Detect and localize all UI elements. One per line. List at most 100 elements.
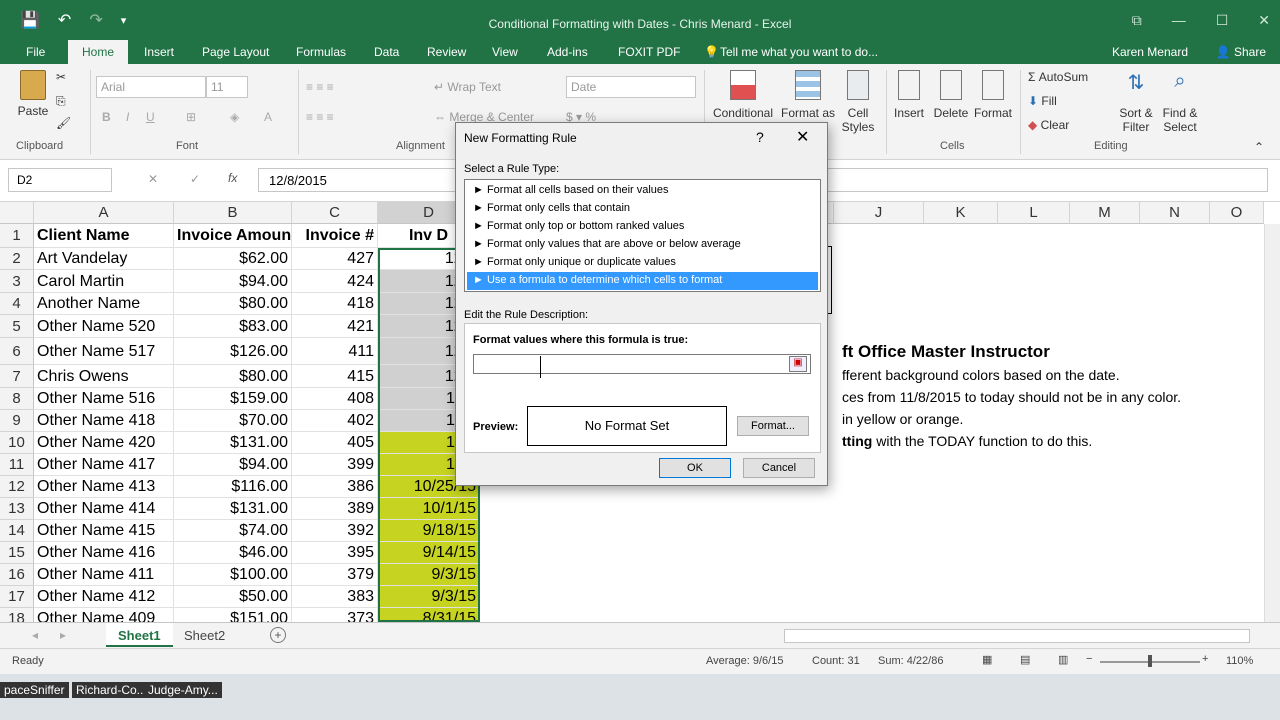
row-header[interactable]: 9 (0, 410, 34, 432)
row-header[interactable]: 16 (0, 564, 34, 586)
invoice-amount-cell[interactable]: $80.00 (174, 293, 292, 315)
tab-addins[interactable]: Add-ins (547, 45, 588, 59)
row-header[interactable]: 1 (0, 224, 34, 248)
rule-type-item[interactable]: ► Format only values that are above or b… (467, 236, 818, 254)
sort-filter-button[interactable]: ⇅ Sort & Filter (1116, 70, 1156, 134)
invoice-number-cell[interactable]: 415 (292, 365, 378, 388)
client-name-cell[interactable]: Another Name (34, 293, 174, 315)
client-name-cell[interactable]: Other Name 412 (34, 586, 174, 608)
header-cell[interactable]: Client Name (34, 224, 174, 248)
rule-type-item[interactable]: ► Format only cells that contain (467, 200, 818, 218)
clear-button[interactable]: ◆ Clear (1028, 118, 1069, 132)
column-header[interactable]: N (1140, 202, 1210, 224)
invoice-amount-cell[interactable]: $151.00 (174, 608, 292, 622)
invoice-number-cell[interactable]: 402 (292, 410, 378, 432)
close-button[interactable]: ✕ (796, 127, 809, 147)
client-name-cell[interactable]: Other Name 413 (34, 476, 174, 498)
fill-button[interactable]: ⬇ Fill (1028, 94, 1057, 108)
invoice-number-cell[interactable]: 399 (292, 454, 378, 476)
invoice-amount-cell[interactable]: $62.00 (174, 248, 292, 270)
client-name-cell[interactable]: Other Name 517 (34, 338, 174, 365)
rule-type-item[interactable]: ► Format only unique or duplicate values (467, 254, 818, 272)
row-header[interactable]: 3 (0, 270, 34, 293)
invoice-date-cell[interactable]: 9/18/15 (378, 520, 480, 542)
collapse-ribbon-icon[interactable]: ⌃ (1254, 140, 1264, 154)
row-header[interactable]: 2 (0, 248, 34, 270)
format-painter-icon[interactable]: 🖌 (56, 116, 71, 130)
sheet-tab-sheet1[interactable]: Sheet1 (106, 623, 173, 647)
tab-foxit[interactable]: FOXIT PDF (618, 45, 680, 59)
cut-icon[interactable]: ✂ (56, 70, 66, 84)
invoice-amount-cell[interactable]: $46.00 (174, 542, 292, 564)
invoice-number-cell[interactable]: 383 (292, 586, 378, 608)
column-header[interactable]: J (834, 202, 924, 224)
tab-review[interactable]: Review (427, 45, 466, 59)
client-name-cell[interactable]: Other Name 420 (34, 432, 174, 454)
invoice-date-cell[interactable]: 8/31/15 (378, 608, 480, 622)
row-header[interactable]: 10 (0, 432, 34, 454)
row-header[interactable]: 18 (0, 608, 34, 622)
client-name-cell[interactable]: Other Name 411 (34, 564, 174, 586)
rule-type-item-selected[interactable]: ► Use a formula to determine which cells… (467, 272, 818, 290)
client-name-cell[interactable]: Chris Owens (34, 365, 174, 388)
add-sheet-button[interactable]: + (270, 627, 286, 643)
tab-view[interactable]: View (492, 45, 518, 59)
invoice-number-cell[interactable]: 405 (292, 432, 378, 454)
invoice-number-cell[interactable]: 379 (292, 564, 378, 586)
enter-icon[interactable]: ✓ (190, 172, 200, 186)
ribbon-display-icon[interactable]: ⧉ (1132, 12, 1142, 29)
italic-icon[interactable]: I (126, 110, 129, 124)
page-break-view-icon[interactable]: ▥ (1058, 653, 1068, 666)
invoice-number-cell[interactable]: 395 (292, 542, 378, 564)
normal-view-icon[interactable]: ▦ (982, 653, 992, 666)
format-cells-button[interactable]: Format (974, 70, 1012, 120)
help-button[interactable]: ? (756, 129, 764, 145)
rule-type-item[interactable]: ► Format only top or bottom ranked value… (467, 218, 818, 236)
invoice-amount-cell[interactable]: $80.00 (174, 365, 292, 388)
invoice-number-cell[interactable]: 389 (292, 498, 378, 520)
row-header[interactable]: 4 (0, 293, 34, 315)
sheet-tab-sheet2[interactable]: Sheet2 (172, 623, 237, 647)
cancel-button[interactable]: Cancel (743, 458, 815, 478)
tell-me-search[interactable]: Tell me what you want to do... (720, 45, 878, 59)
cancel-icon[interactable]: ✕ (148, 172, 158, 186)
maximize-icon[interactable]: ☐ (1216, 12, 1229, 29)
invoice-number-cell[interactable]: 427 (292, 248, 378, 270)
row-header[interactable]: 15 (0, 542, 34, 564)
ok-button[interactable]: OK (659, 458, 731, 478)
client-name-cell[interactable]: Other Name 414 (34, 498, 174, 520)
taskbar-item[interactable]: Judge-Amy... (144, 682, 222, 698)
rule-type-list[interactable]: ► Format all cells based on their values… (464, 179, 821, 292)
column-header[interactable]: B (174, 202, 292, 224)
font-name-box[interactable]: Arial (96, 76, 206, 98)
column-header[interactable]: M (1070, 202, 1140, 224)
align-bottom-icon[interactable]: ≡ ≡ ≡ (306, 110, 334, 124)
row-header[interactable]: 13 (0, 498, 34, 520)
row-header[interactable]: 6 (0, 338, 34, 365)
client-name-cell[interactable]: Carol Martin (34, 270, 174, 293)
delete-cells-button[interactable]: Delete (932, 70, 970, 120)
header-cell[interactable]: Invoice Amount (174, 224, 292, 248)
invoice-amount-cell[interactable]: $126.00 (174, 338, 292, 365)
row-header[interactable]: 12 (0, 476, 34, 498)
tell-me-icon[interactable]: 💡 (704, 45, 719, 59)
row-header[interactable]: 5 (0, 315, 34, 338)
invoice-amount-cell[interactable]: $83.00 (174, 315, 292, 338)
copy-icon[interactable]: ⎘ (56, 94, 66, 109)
client-name-cell[interactable]: Other Name 516 (34, 388, 174, 410)
invoice-amount-cell[interactable]: $159.00 (174, 388, 292, 410)
column-header[interactable]: K (924, 202, 998, 224)
row-header[interactable]: 8 (0, 388, 34, 410)
invoice-amount-cell[interactable]: $50.00 (174, 586, 292, 608)
invoice-amount-cell[interactable]: $74.00 (174, 520, 292, 542)
invoice-number-cell[interactable]: 408 (292, 388, 378, 410)
client-name-cell[interactable]: Other Name 418 (34, 410, 174, 432)
tab-insert[interactable]: Insert (144, 45, 174, 59)
user-name[interactable]: Karen Menard (1112, 45, 1188, 59)
invoice-number-cell[interactable]: 392 (292, 520, 378, 542)
close-icon[interactable]: ✕ (1258, 12, 1270, 29)
client-name-cell[interactable]: Other Name 409 (34, 608, 174, 622)
column-header[interactable]: C (292, 202, 378, 224)
client-name-cell[interactable]: Art Vandelay (34, 248, 174, 270)
tab-file[interactable]: File (26, 45, 45, 59)
